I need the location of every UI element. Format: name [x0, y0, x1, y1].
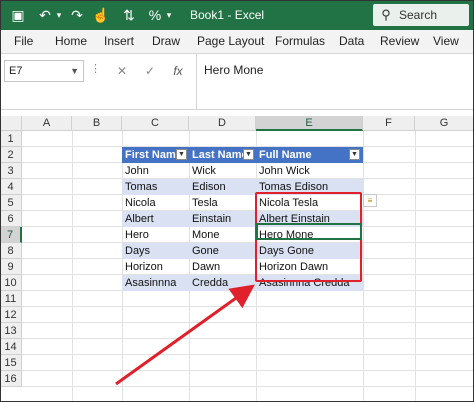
- search-box[interactable]: ⚲ Search: [373, 4, 469, 26]
- flash-fill-options-icon[interactable]: ≡: [363, 194, 377, 207]
- table-cell[interactable]: Einstain: [189, 211, 256, 227]
- row-header-12[interactable]: 12: [0, 307, 22, 323]
- tab-insert[interactable]: Insert: [104, 34, 134, 48]
- formula-bar-grip-icon[interactable]: ⋮: [90, 62, 101, 75]
- column-header-e[interactable]: E: [256, 116, 363, 131]
- column-header-d[interactable]: D: [189, 116, 256, 131]
- tab-home[interactable]: Home: [55, 34, 87, 48]
- table-cell[interactable]: John Wick: [256, 163, 363, 179]
- row-header-13[interactable]: 13: [0, 323, 22, 339]
- formula-bar-divider: [196, 54, 197, 110]
- gridline: [22, 322, 474, 323]
- row-header-16[interactable]: 16: [0, 371, 22, 387]
- gridline: [22, 386, 474, 387]
- gridline: [415, 131, 416, 402]
- gridline: [22, 338, 474, 339]
- column-header-c[interactable]: C: [122, 116, 189, 131]
- active-cell-border: [256, 223, 362, 240]
- header-first-name: First Name: [125, 149, 182, 161]
- column-header-b[interactable]: B: [72, 116, 122, 131]
- enter-button[interactable]: ✓: [140, 60, 160, 82]
- table-cell[interactable]: Tesla: [189, 195, 256, 211]
- column-header-g[interactable]: G: [415, 116, 474, 131]
- gridline: [22, 354, 474, 355]
- table-cell[interactable]: Nicola: [122, 195, 189, 211]
- gridline: [363, 131, 364, 402]
- search-icon: ⚲: [381, 7, 391, 22]
- column-header-f[interactable]: F: [363, 116, 415, 131]
- ribbon-tabs: File Home Insert Draw Page Layout Formul…: [0, 30, 474, 54]
- table-cell[interactable]: Asasinnna: [122, 275, 189, 291]
- table-cell[interactable]: John: [122, 163, 189, 179]
- select-all-corner[interactable]: [0, 116, 22, 131]
- redo-icon[interactable]: ↷: [68, 5, 86, 25]
- autosave-icon[interactable]: ▣: [8, 5, 28, 25]
- tab-formulas[interactable]: Formulas: [275, 34, 325, 48]
- tab-page-layout[interactable]: Page Layout: [197, 34, 264, 48]
- gridline: [22, 370, 474, 371]
- gridline: [72, 131, 73, 402]
- table-cell[interactable]: Days: [122, 243, 189, 259]
- row-header-9[interactable]: 9: [0, 259, 22, 275]
- table-cell[interactable]: Mone: [189, 227, 256, 243]
- customize-toolbar-icon[interactable]: ▾: [164, 5, 174, 25]
- table-cell[interactable]: Albert: [122, 211, 189, 227]
- sort-icon[interactable]: ⇅: [120, 5, 138, 25]
- name-box[interactable]: E7 ▼: [4, 60, 84, 82]
- table-cell[interactable]: Dawn: [189, 259, 256, 275]
- filter-dropdown-icon[interactable]: ▼: [176, 149, 187, 160]
- cancel-button[interactable]: ✕: [112, 60, 132, 82]
- chevron-down-icon[interactable]: ▼: [70, 61, 79, 81]
- header-last-name: Last Name: [192, 149, 248, 161]
- undo-icon[interactable]: ↶: [36, 5, 54, 25]
- tab-data[interactable]: Data: [339, 34, 364, 48]
- name-box-value: E7: [9, 65, 23, 77]
- filter-dropdown-icon[interactable]: ▼: [349, 149, 360, 160]
- column-header-a[interactable]: A: [22, 116, 72, 131]
- header-full-name: Full Name: [259, 149, 312, 161]
- row-header-1[interactable]: 1: [0, 131, 22, 147]
- row-header-7[interactable]: 7: [0, 227, 22, 243]
- row-header-4[interactable]: 4: [0, 179, 22, 195]
- row-header-6[interactable]: 6: [0, 211, 22, 227]
- title-bar: ▣ ↶ ▾ ↷ ☝ ⇅ % ▾ Book1 - Excel ⚲ Search: [0, 0, 474, 30]
- gridline: [22, 306, 474, 307]
- undo-dropdown-icon[interactable]: ▾: [54, 5, 64, 25]
- row-header-2[interactable]: 2: [0, 147, 22, 163]
- row-header-10[interactable]: 10: [0, 275, 22, 291]
- row-header-8[interactable]: 8: [0, 243, 22, 259]
- percent-style-icon[interactable]: %: [146, 5, 164, 25]
- row-header-11[interactable]: 11: [0, 291, 22, 307]
- tab-draw[interactable]: Draw: [152, 34, 180, 48]
- formula-bar: E7 ▼ ⋮ ✕ ✓ fx Hero Mone: [0, 54, 474, 110]
- table-cell[interactable]: Hero: [122, 227, 189, 243]
- touch-mode-icon[interactable]: ☝: [92, 5, 110, 25]
- formula-input[interactable]: Hero Mone: [204, 63, 263, 77]
- worksheet-grid[interactable]: A B C D E F G 1 2 3 4 5 6 7 8 9 10 11 12…: [0, 116, 474, 402]
- row-header-5[interactable]: 5: [0, 195, 22, 211]
- table-cell[interactable]: Gone: [189, 243, 256, 259]
- search-label: Search: [399, 8, 438, 22]
- window-title: Book1 - Excel: [190, 8, 265, 22]
- table-cell[interactable]: Edison: [189, 179, 256, 195]
- row-header-3[interactable]: 3: [0, 163, 22, 179]
- table-cell[interactable]: Tomas: [122, 179, 189, 195]
- table-cell[interactable]: Wick: [189, 163, 256, 179]
- tab-review[interactable]: Review: [380, 34, 419, 48]
- table-cell[interactable]: Credda: [189, 275, 256, 291]
- row-header-14[interactable]: 14: [0, 339, 22, 355]
- filter-dropdown-icon[interactable]: ▼: [243, 149, 254, 160]
- tab-file[interactable]: File: [14, 34, 33, 48]
- row-header-15[interactable]: 15: [0, 355, 22, 371]
- insert-function-button[interactable]: fx: [168, 60, 188, 82]
- table-cell[interactable]: Horizon: [122, 259, 189, 275]
- table-header-cell[interactable]: Full Name: [256, 147, 363, 163]
- tab-view[interactable]: View: [433, 34, 459, 48]
